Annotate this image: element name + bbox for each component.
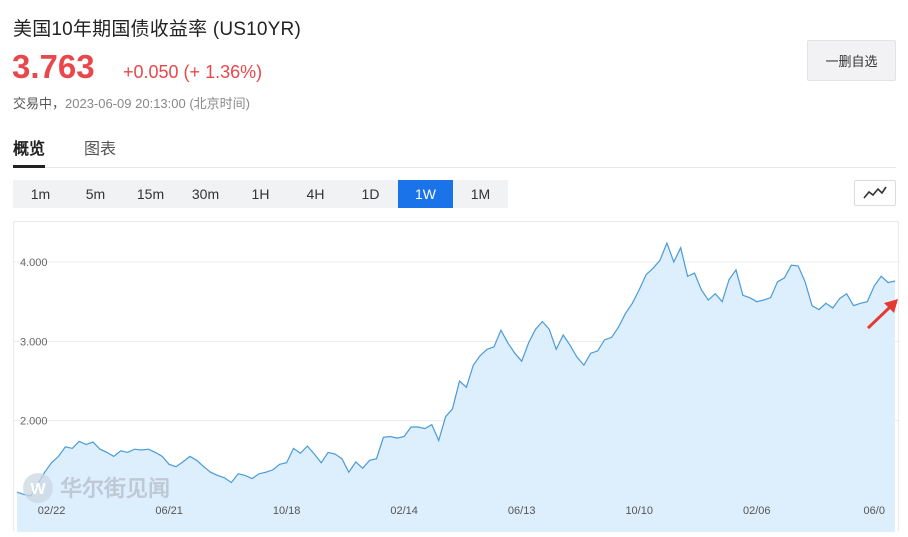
period-5m[interactable]: 5m xyxy=(68,180,123,208)
period-4h[interactable]: 4H xyxy=(288,180,343,208)
period-30m[interactable]: 30m xyxy=(178,180,233,208)
period-1h[interactable]: 1H xyxy=(233,180,288,208)
y-tick-label: 3.000 xyxy=(20,336,48,348)
x-tick-label: 06/0 xyxy=(864,505,885,517)
remove-watchlist-button[interactable]: 一删自选 xyxy=(807,40,896,81)
x-tick-label: 02/22 xyxy=(38,505,66,517)
main-tabs: 概览 图表 xyxy=(13,135,896,168)
price-chart[interactable]: 4.0003.0002.0001.000 02/2206/2110/1802/1… xyxy=(13,221,900,532)
x-tick-label: 06/21 xyxy=(155,505,183,517)
period-1w[interactable]: 1W xyxy=(398,180,453,208)
tab-overview[interactable]: 概览 xyxy=(13,135,46,168)
current-price: 3.763 xyxy=(12,48,95,85)
x-tick-label: 02/06 xyxy=(743,505,771,517)
watermark-text: 华尔街见闻 xyxy=(60,476,170,501)
period-1mo[interactable]: 1M xyxy=(453,180,508,208)
x-tick-label: 10/18 xyxy=(273,505,301,517)
timestamp: 2023-06-09 20:13:00 (北京时间) xyxy=(65,96,250,111)
y-tick-label: 4.000 xyxy=(20,257,48,269)
x-tick-label: 10/10 xyxy=(625,505,653,517)
chart-canvas: 4.0003.0002.0001.000 02/2206/2110/1802/1… xyxy=(14,241,900,532)
period-1m[interactable]: 1m xyxy=(13,180,68,208)
period-15m[interactable]: 15m xyxy=(123,180,178,208)
price-change: +0.050 (+ 1.36%) xyxy=(123,62,263,82)
y-tick-label: 2.000 xyxy=(20,416,48,428)
line-chart-icon xyxy=(863,186,887,199)
period-selector: 1m 5m 15m 30m 1H 4H 1D 1W 1M xyxy=(13,180,508,208)
tab-chart[interactable]: 图表 xyxy=(84,135,116,166)
status-label: 交易中， xyxy=(13,96,66,111)
trading-status: 交易中，2023-06-09 20:13:00 (北京时间) xyxy=(13,93,250,112)
watermark-logo-letter: W xyxy=(30,481,46,498)
watermark: W 华尔街见闻 xyxy=(23,473,170,503)
page-title: 美国10年期国债收益率 (US10YR) xyxy=(13,19,301,40)
x-tick-label: 02/14 xyxy=(390,505,418,517)
period-1d[interactable]: 1D xyxy=(343,180,398,208)
x-tick-label: 06/13 xyxy=(508,505,536,517)
chart-type-button[interactable] xyxy=(854,180,896,206)
